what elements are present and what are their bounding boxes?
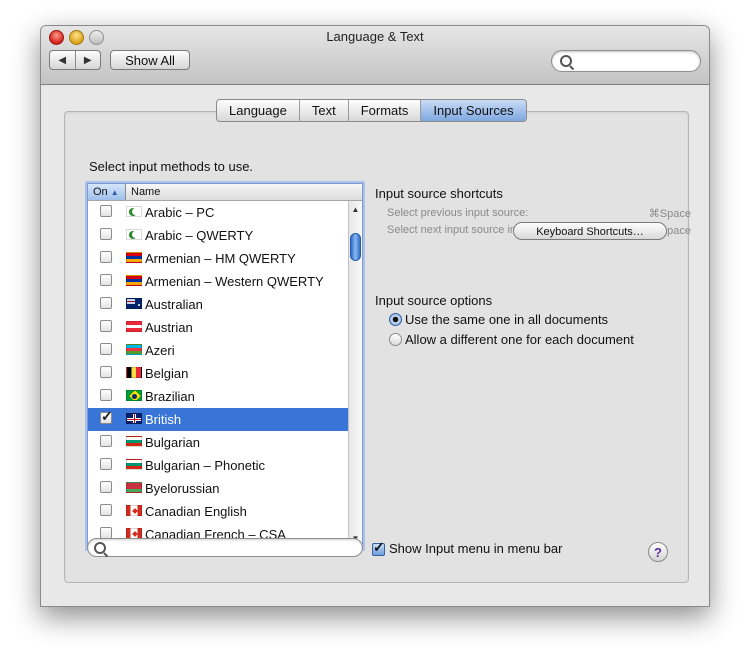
list-item[interactable]: Armenian – HM QWERTY	[88, 247, 348, 270]
list-item[interactable]: Byelorussian	[88, 477, 348, 500]
list-prompt: Select input methods to use.	[89, 159, 254, 174]
list-item-label: Bulgarian – Phonetic	[145, 458, 265, 473]
list-item-label: Armenian – Western QWERTY	[145, 274, 324, 289]
list-item-label: Brazilian	[145, 389, 195, 404]
sort-ascending-icon: ▲	[110, 188, 119, 197]
flag-australia-icon	[126, 298, 142, 309]
list-item-label: Armenian – HM QWERTY	[145, 251, 296, 266]
flag-bulgaria-icon	[126, 459, 142, 470]
list-item-label: Canadian English	[145, 504, 247, 519]
options-heading: Input source options	[375, 293, 493, 308]
tab-text[interactable]: Text	[300, 100, 349, 121]
content-area: Language Text Formats Input Sources Sele…	[41, 85, 709, 606]
forward-button[interactable]: ▶	[76, 51, 101, 69]
flag-bulgaria-icon	[126, 436, 142, 447]
tab-input-sources[interactable]: Input Sources	[421, 100, 526, 121]
back-forward-control: ◀ ▶	[49, 50, 101, 70]
list-item-label: Austrian	[145, 320, 193, 335]
list-item[interactable]: Arabic – QWERTY	[88, 224, 348, 247]
list-item-label: Australian	[145, 297, 203, 312]
help-icon[interactable]: ?	[648, 542, 668, 562]
tab-language[interactable]: Language	[217, 100, 300, 121]
prev-source-shortcut: ⌘Space	[648, 208, 691, 220]
list-item-label: Azeri	[145, 343, 175, 358]
enable-checkbox[interactable]	[100, 435, 112, 447]
enable-checkbox[interactable]	[100, 343, 112, 355]
list-item[interactable]: Azeri	[88, 339, 348, 362]
list-header: On ▲ Name	[88, 184, 362, 201]
flag-armenia-icon	[126, 275, 142, 286]
list-item-label: British	[145, 412, 182, 427]
show-input-menu-checkbox[interactable]	[372, 539, 385, 556]
list-item[interactable]: Brazilian	[88, 385, 348, 408]
same-source-radio[interactable]	[389, 313, 402, 326]
enable-checkbox[interactable]	[100, 228, 112, 240]
enable-checkbox[interactable]	[100, 504, 112, 516]
column-header-name[interactable]: Name	[131, 184, 160, 200]
show-input-menu-label[interactable]: Show Input menu in menu bar	[389, 541, 562, 556]
list-item[interactable]: Australian	[88, 293, 348, 316]
input-sources-list[interactable]: On ▲ Name Arabic – PC Arabic – QWERTY Armen…	[87, 183, 363, 549]
different-source-radio[interactable]	[389, 333, 402, 346]
column-on-label: On	[93, 186, 108, 198]
enable-checkbox[interactable]	[100, 458, 112, 470]
flag-armenia-icon	[126, 252, 142, 263]
title-bar: Language & Text ◀ ▶ Show All	[41, 26, 709, 85]
list-item-label: Bulgarian	[145, 435, 200, 450]
list-item[interactable]: Canadian English	[88, 500, 348, 523]
preferences-window: Language & Text ◀ ▶ Show All Language Te…	[40, 25, 710, 607]
enable-checkbox[interactable]	[100, 297, 112, 309]
enable-checkbox[interactable]	[100, 389, 112, 401]
flag-belgium-icon	[126, 367, 142, 378]
list-search-field[interactable]	[87, 538, 363, 557]
flag-uk-icon	[126, 413, 142, 424]
tab-bar: Language Text Formats Input Sources	[216, 99, 527, 122]
enable-checkbox[interactable]	[100, 251, 112, 263]
list-item[interactable]: Arabic – PC	[88, 201, 348, 224]
list-item[interactable]: Armenian – Western QWERTY	[88, 270, 348, 293]
same-source-label[interactable]: Use the same one in all documents	[405, 312, 608, 327]
list-rows: Arabic – PC Arabic – QWERTY Armenian – HM …	[88, 201, 348, 548]
search-field[interactable]	[551, 50, 701, 72]
enable-checkbox[interactable]	[100, 481, 112, 493]
tab-formats[interactable]: Formats	[349, 100, 422, 121]
flag-belarus-icon	[126, 482, 142, 493]
scroll-up-arrow-icon[interactable]: ▲	[349, 203, 362, 217]
keyboard-shortcuts-button[interactable]: Keyboard Shortcuts…	[513, 222, 667, 240]
enable-checkbox[interactable]	[100, 274, 112, 286]
window-title: Language & Text	[326, 29, 424, 44]
search-icon	[94, 542, 106, 554]
flag-arabic-icon	[126, 206, 142, 217]
different-source-label[interactable]: Allow a different one for each document	[405, 332, 634, 347]
column-header-on[interactable]: On ▲	[88, 184, 126, 200]
list-item[interactable]: Belgian	[88, 362, 348, 385]
search-icon	[560, 55, 572, 67]
list-item[interactable]: Bulgarian	[88, 431, 348, 454]
list-item-label: Arabic – QWERTY	[145, 228, 254, 243]
list-item[interactable]: British	[88, 408, 348, 431]
flag-arabic-icon	[126, 229, 142, 240]
enable-checkbox[interactable]	[100, 320, 112, 332]
enable-checkbox[interactable]	[100, 366, 112, 378]
list-item-label: Belgian	[145, 366, 189, 381]
list-item[interactable]: Bulgarian – Phonetic	[88, 454, 348, 477]
enable-checkbox[interactable]	[100, 205, 112, 217]
list-scrollbar[interactable]: ▲ ▼	[348, 201, 362, 548]
list-item-label: Byelorussian	[145, 481, 220, 496]
show-all-button[interactable]: Show All	[110, 50, 190, 70]
scroll-thumb[interactable]	[350, 233, 361, 261]
enable-checkbox[interactable]	[100, 408, 113, 425]
prev-source-label: Select previous input source:	[387, 207, 529, 219]
flag-azerbaijan-icon	[126, 344, 142, 355]
flag-canada-icon	[126, 505, 142, 516]
back-button[interactable]: ◀	[50, 51, 76, 69]
list-item[interactable]: Austrian	[88, 316, 348, 339]
shortcuts-heading: Input source shortcuts	[375, 186, 503, 201]
list-item-label: Arabic – PC	[145, 205, 215, 220]
flag-brazil-icon	[126, 390, 142, 401]
flag-austria-icon	[126, 321, 142, 332]
